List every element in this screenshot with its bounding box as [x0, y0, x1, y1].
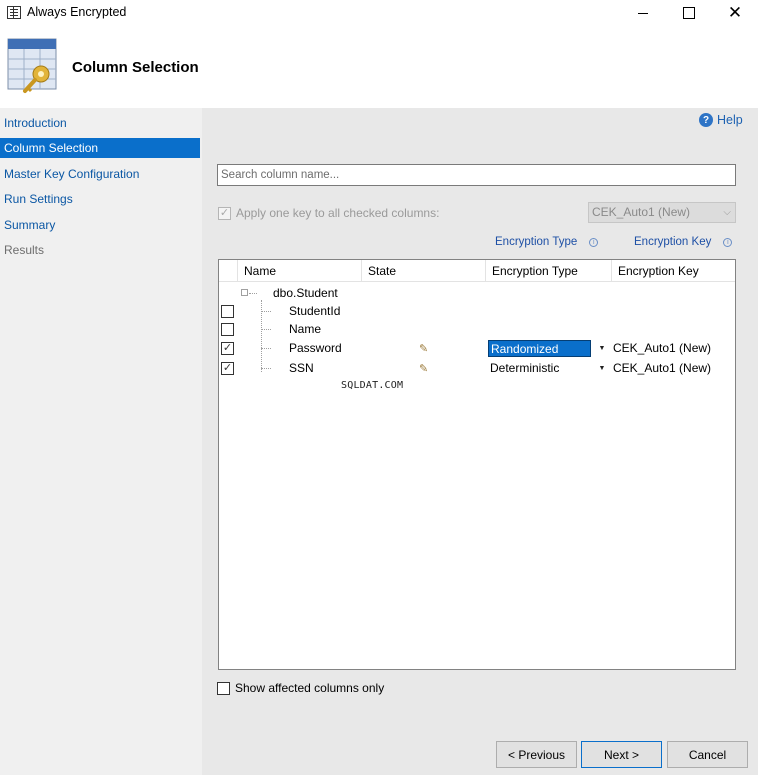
- dropdown-arrow-icon[interactable]: ▼: [595, 361, 609, 376]
- column-grid: Name State Encryption Type Encryption Ke…: [218, 259, 736, 670]
- tree-connector: [261, 368, 271, 369]
- show-affected-option: Show affected columns only: [217, 681, 384, 695]
- column-selection-panel: ? Help ✓ Apply one key to all checked co…: [202, 108, 758, 775]
- encryption-type-legend-label: Encryption Type: [495, 236, 578, 248]
- one-key-value: CEK_Auto1 (New): [592, 205, 691, 219]
- column-header-state[interactable]: State: [361, 260, 485, 282]
- wizard-sidebar: Introduction Column Selection Master Key…: [0, 108, 202, 775]
- encryption-key-cell[interactable]: CEK_Auto1 (New): [613, 359, 711, 378]
- encryption-key-legend: Encryption Key i: [634, 236, 733, 248]
- previous-button[interactable]: < Previous: [496, 741, 577, 768]
- dropdown-arrow-icon[interactable]: ▼: [595, 341, 609, 356]
- tree-connector: [261, 348, 271, 349]
- watermark: SQLDAT.COM: [341, 380, 404, 391]
- info-icon[interactable]: i: [723, 237, 733, 247]
- column-name: SSN: [289, 361, 314, 375]
- table-row: StudentId: [219, 302, 735, 321]
- info-icon[interactable]: i: [589, 237, 599, 247]
- table-node-row: dbo.Student: [219, 284, 735, 303]
- column-name: Password: [289, 341, 342, 355]
- apply-one-key-label: Apply one key to all checked columns:: [236, 206, 440, 220]
- encryption-key-cell[interactable]: CEK_Auto1 (New): [613, 339, 711, 358]
- key-table-icon: [7, 38, 57, 93]
- sidebar-item-column-selection[interactable]: Column Selection: [0, 138, 200, 158]
- minimize-button[interactable]: [620, 0, 666, 26]
- search-input[interactable]: [217, 164, 736, 186]
- row-checkbox[interactable]: ✓: [221, 362, 234, 375]
- table-row: ✓ Password ✎ Randomized ▼ CEK_Auto1 (New…: [219, 339, 735, 358]
- column-header-encryption-type[interactable]: Encryption Type: [485, 260, 611, 282]
- row-checkbox[interactable]: [221, 323, 234, 336]
- help-label: Help: [717, 113, 743, 127]
- table-row: Name: [219, 320, 735, 339]
- pencil-icon: ✎: [419, 363, 429, 375]
- tree-connector: [261, 329, 271, 330]
- tree-connector: [249, 293, 257, 294]
- column-header-encryption-key[interactable]: Encryption Key: [611, 260, 735, 282]
- show-affected-checkbox[interactable]: [217, 681, 230, 695]
- encryption-type-legend: Encryption Type i: [495, 236, 599, 248]
- page-title: Column Selection: [72, 59, 199, 76]
- one-key-dropdown[interactable]: CEK_Auto1 (New) ⌵: [588, 202, 736, 223]
- cancel-button[interactable]: Cancel: [667, 741, 748, 768]
- table-node-label: dbo.Student: [273, 286, 338, 300]
- show-affected-label: Show affected columns only: [235, 681, 385, 695]
- sidebar-item-results: Results: [4, 243, 45, 257]
- sidebar-item-summary[interactable]: Summary: [0, 215, 200, 235]
- column-header-name[interactable]: Name: [237, 260, 361, 282]
- collapse-icon[interactable]: [241, 289, 248, 296]
- sidebar-item-run-settings[interactable]: Run Settings: [0, 189, 200, 209]
- maximize-button[interactable]: [666, 0, 712, 26]
- tree-connector: [261, 311, 271, 312]
- chevron-down-icon: ⌵: [723, 207, 731, 218]
- wizard-header: Column Selection: [0, 26, 758, 108]
- grid-header: Name State Encryption Type Encryption Ke…: [219, 260, 735, 282]
- encryption-type-select[interactable]: Randomized: [488, 340, 591, 357]
- next-button[interactable]: Next >: [581, 741, 662, 768]
- help-link[interactable]: ? Help: [699, 113, 743, 127]
- close-button[interactable]: ✕: [712, 0, 758, 26]
- apply-one-key-option: ✓ Apply one key to all checked columns:: [218, 206, 439, 220]
- window-title: Always Encrypted: [27, 5, 127, 19]
- row-checkbox[interactable]: [221, 305, 234, 318]
- table-row: ✓ SSN ✎ Deterministic ▼ CEK_Auto1 (New): [219, 359, 735, 378]
- column-name: StudentId: [289, 304, 341, 318]
- pencil-icon: ✎: [419, 343, 429, 355]
- table-icon: [7, 6, 21, 19]
- encryption-type-select[interactable]: Deterministic: [488, 360, 591, 377]
- help-icon: ?: [699, 113, 713, 127]
- column-name: Name: [289, 322, 322, 336]
- row-checkbox[interactable]: ✓: [221, 342, 234, 355]
- apply-one-key-checkbox[interactable]: ✓: [218, 206, 231, 220]
- sidebar-item-introduction[interactable]: Introduction: [0, 113, 200, 133]
- sidebar-item-master-key-configuration[interactable]: Master Key Configuration: [0, 164, 200, 184]
- title-bar: Always Encrypted ✕: [0, 0, 758, 26]
- encryption-key-legend-label: Encryption Key: [634, 236, 712, 248]
